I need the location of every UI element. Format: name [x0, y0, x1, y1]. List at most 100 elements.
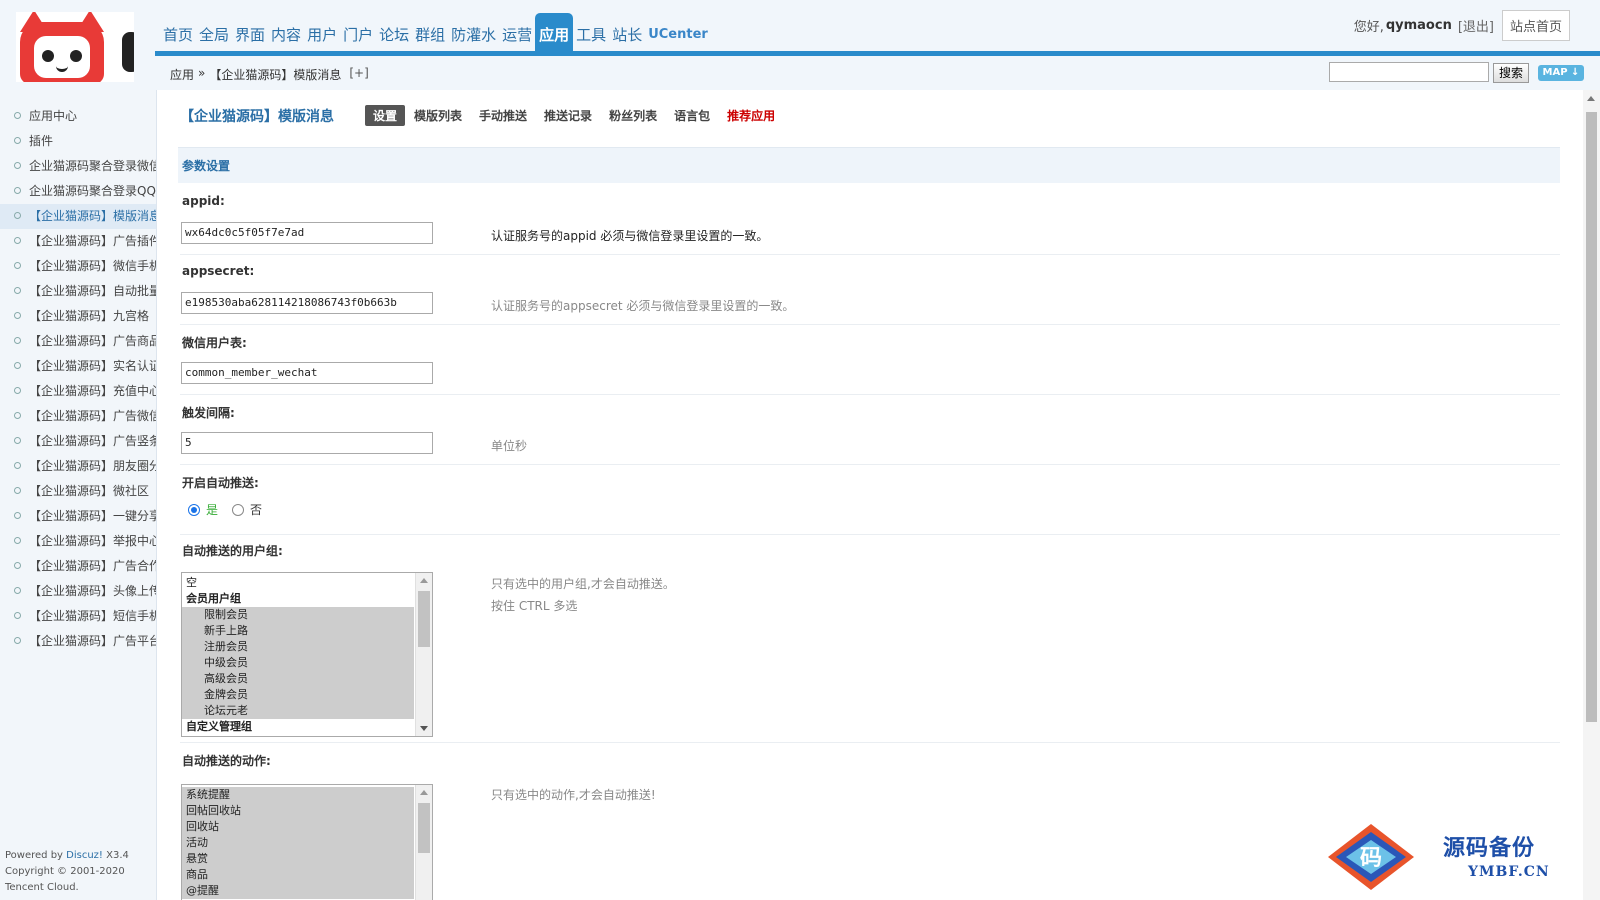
plugin-tab-3[interactable]: 推送记录 — [536, 105, 600, 126]
nav-item-1[interactable]: 全局 — [196, 13, 232, 53]
select-option[interactable]: 空 — [182, 575, 414, 591]
select-option[interactable]: 回帖回收站 — [182, 803, 414, 819]
site-home-button[interactable]: 站点首页 — [1501, 9, 1570, 41]
sidebar-item-label: 应用中心 — [29, 109, 78, 123]
plugin-tab-0[interactable]: 设置 — [365, 105, 406, 126]
nav-item-2[interactable]: 界面 — [232, 13, 268, 53]
sidebar-item-21[interactable]: 【企业猫源码】广告平台 — [0, 629, 156, 654]
plugin-tab-2[interactable]: 手动推送 — [471, 105, 535, 126]
sidebar-item-label: 【企业猫源码】广告竖条 — [29, 434, 156, 448]
interval-input[interactable]: 5 — [181, 432, 433, 454]
sidebar-item-3[interactable]: 企业猫源码聚合登录QQ — [0, 179, 156, 204]
actions-multiselect[interactable]: 系统提醒 回帖回收站 回收站 活动 悬赏 商品 @提醒 — [181, 784, 433, 900]
search-input[interactable] — [1329, 62, 1489, 82]
select-option[interactable]: 活动 — [182, 835, 414, 851]
sidebar-item-5[interactable]: 【企业猫源码】广告插件 — [0, 229, 156, 254]
nav-item-0[interactable]: 首页 — [160, 13, 196, 53]
nav-item-9[interactable]: 运营 — [499, 13, 535, 53]
breadcrumb-app[interactable]: 应用 — [170, 66, 194, 83]
appsecret-hint: 认证服务号的appsecret 必须与微信登录里设置的一致。 — [491, 299, 795, 313]
sidebar-item-16[interactable]: 【企业猫源码】一键分享 — [0, 504, 156, 529]
select-option[interactable]: 回收站 — [182, 819, 414, 835]
sidebar-item-4[interactable]: 【企业猫源码】模版消息 — [0, 204, 156, 229]
scrollbar-thumb[interactable] — [1586, 112, 1597, 722]
sidebar-item-12[interactable]: 【企业猫源码】广告微信 — [0, 404, 156, 429]
nav-item-12[interactable]: 站长 — [609, 13, 645, 53]
plugin-title: 【企业猫源码】模版消息 — [180, 109, 334, 125]
nav-item-7[interactable]: 群组 — [412, 13, 448, 53]
select-option[interactable]: 金牌会员 — [182, 687, 414, 703]
sidebar-item-10[interactable]: 【企业猫源码】实名认证 — [0, 354, 156, 379]
sidebar-item-14[interactable]: 【企业猫源码】朋友圈分 — [0, 454, 156, 479]
username: qymaocn — [1385, 17, 1452, 33]
select-option[interactable]: 中级会员 — [182, 655, 414, 671]
logout-link[interactable]: [退出] — [1458, 16, 1494, 35]
discuz-link[interactable]: Discuz! — [66, 850, 103, 861]
listbox-scrollbar[interactable] — [415, 573, 432, 736]
sidebar-item-8[interactable]: 【企业猫源码】九宫格 — [0, 304, 156, 329]
sidebar-item-1[interactable]: 插件 — [0, 129, 156, 154]
plugin-tabs: 设置 模版列表 手动推送 推送记录 粉丝列表 语言包 推荐应用 — [365, 105, 784, 126]
appid-input[interactable]: wx64dc0c5f05f7e7ad — [181, 222, 433, 244]
sidebar-item-9[interactable]: 【企业猫源码】广告商品 — [0, 329, 156, 354]
sidebar-item-7[interactable]: 【企业猫源码】自动批量 — [0, 279, 156, 304]
nav-item-11[interactable]: 工具 — [573, 13, 609, 53]
user-table-input[interactable]: common_member_wechat — [181, 362, 433, 384]
user-groups-ctrl-hint: 按住 CTRL 多选 — [491, 599, 578, 613]
auto-push-no-label: 否 — [250, 503, 263, 517]
user-groups-multiselect[interactable]: 空会员用户组 限制会员 新手上路 注册会员 中级会员 高级会员 金牌会员 论坛元老 自定义管理组 — [181, 572, 433, 737]
map-button[interactable]: MAP ↓ — [1538, 65, 1584, 81]
sidebar-item-17[interactable]: 【企业猫源码】举报中心 — [0, 529, 156, 554]
sidebar-item-label: 企业猫源码聚合登录微信 — [29, 159, 156, 173]
radio-unchecked-icon — [232, 503, 245, 516]
sidebar-item-15[interactable]: 【企业猫源码】微社区 — [0, 479, 156, 504]
sidebar-item-label: 【企业猫源码】广告合作 — [29, 559, 156, 573]
plugin-tab-4[interactable]: 粉丝列表 — [601, 105, 665, 126]
sidebar-item-11[interactable]: 【企业猫源码】充值中心 — [0, 379, 156, 404]
nav-item-8[interactable]: 防灌水 — [448, 13, 499, 53]
top-nav: 首页 全局 界面 内容 用户 门户 论坛 群组 防灌水 运营 应用 工具 站长 UCenter — [160, 13, 711, 53]
listbox-scrollbar[interactable] — [415, 785, 432, 900]
auto-push-no-radio[interactable]: 否 — [232, 501, 262, 518]
plugin-tab-5[interactable]: 语言包 — [666, 105, 718, 126]
nav-item-3[interactable]: 内容 — [268, 13, 304, 53]
plugin-tab-6[interactable]: 推荐应用 — [719, 105, 783, 126]
auto-push-yes-radio[interactable]: 是 — [188, 501, 218, 518]
appsecret-input[interactable]: e198530aba628114218086743f0b663b — [181, 292, 433, 314]
watermark-logo-icon: 码 — [1328, 824, 1414, 890]
sidebar-item-0[interactable]: 应用中心 — [0, 104, 156, 129]
select-option[interactable]: 商品 — [182, 867, 414, 883]
auto-push-label: 开启自动推送: — [182, 476, 259, 490]
select-option[interactable]: 论坛元老 — [182, 703, 414, 719]
nav-item-5[interactable]: 门户 — [340, 13, 376, 53]
nav-item-4[interactable]: 用户 — [304, 13, 340, 53]
sidebar-menu: 应用中心 插件 企业猫源码聚合登录微信 企业猫源码聚合登录QQ 【企业猫源码】模版消息【… — [0, 104, 156, 654]
sidebar-item-18[interactable]: 【企业猫源码】广告合作 — [0, 554, 156, 579]
page-scrollbar[interactable] — [1583, 90, 1600, 900]
sidebar-item-19[interactable]: 【企业猫源码】头像上传 — [0, 579, 156, 604]
select-option[interactable]: @提醒 — [182, 883, 414, 899]
plugin-tab-1[interactable]: 模版列表 — [406, 105, 470, 126]
version-text: X3.4 — [106, 850, 129, 861]
select-option[interactable]: 新手上路 — [182, 623, 414, 639]
search-button[interactable]: 搜索 — [1493, 63, 1529, 83]
sidebar-item-6[interactable]: 【企业猫源码】微信手机 — [0, 254, 156, 279]
sidebar-item-20[interactable]: 【企业猫源码】短信手机 — [0, 604, 156, 629]
select-option[interactable]: 会员用户组 — [182, 591, 414, 607]
select-option[interactable]: 限制会员 — [182, 607, 414, 623]
nav-item-10[interactable]: 应用 — [535, 13, 574, 53]
sidebar-item-label: 【企业猫源码】充值中心 — [29, 384, 156, 398]
sidebar-item-13[interactable]: 【企业猫源码】广告竖条 — [0, 429, 156, 454]
svg-text:码: 码 — [1360, 845, 1382, 871]
nav-item-13[interactable]: UCenter — [645, 13, 711, 53]
select-option[interactable]: 自定义管理组 — [182, 719, 414, 735]
select-option[interactable]: 高级会员 — [182, 671, 414, 687]
user-groups-label: 自动推送的用户组: — [182, 544, 283, 558]
select-option[interactable]: 系统提醒 — [182, 787, 414, 803]
select-option[interactable]: 悬赏 — [182, 851, 414, 867]
select-option[interactable]: 注册会员 — [182, 639, 414, 655]
sidebar-item-2[interactable]: 企业猫源码聚合登录微信 — [0, 154, 156, 179]
add-shortcut-link[interactable]: [+] — [349, 66, 368, 83]
nav-item-6[interactable]: 论坛 — [376, 13, 412, 53]
site-logo[interactable] — [16, 12, 134, 82]
